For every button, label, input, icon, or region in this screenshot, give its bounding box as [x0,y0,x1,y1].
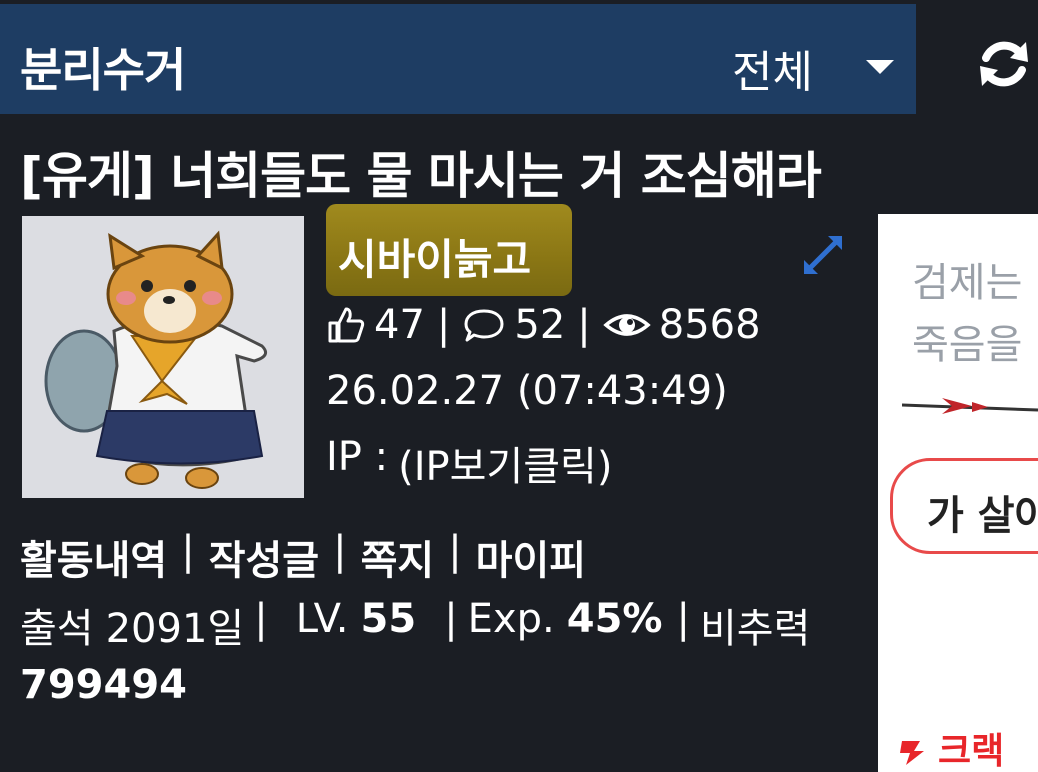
ad-pill-button[interactable]: 가 살아 [890,458,1038,554]
separator: | [577,302,591,348]
contribution-value: 799494 [20,662,187,708]
post-title: [유게] 너희들도 물 마시는 거 조심해라 [20,147,822,205]
user-info: 출석 2091일 | LV. 55 | Exp. 45% | 비추력 [20,596,810,654]
separator: | [333,528,347,574]
level-label: LV. [295,596,349,642]
separator: | [676,596,690,642]
like-count: 47 [374,302,425,348]
post-ip: IP : (IP보기클릭) [326,434,612,492]
attendance-label: 출석 [20,606,94,652]
separator: | [436,302,451,348]
ad-text-line2: 죽음을 [912,322,1023,368]
ad-logo: 크랙 [898,722,1004,772]
eye-icon [603,314,651,336]
exp-value: 45% [566,596,663,642]
avatar[interactable] [22,216,304,498]
author-nickname-badge[interactable]: 시바이늙고 [326,204,572,296]
link-message[interactable]: 쪽지 [361,528,435,586]
separator: | [448,528,462,574]
view-count: 8568 [658,302,761,348]
link-posts[interactable]: 작성글 [209,528,319,586]
board-header: 분리수거 전체 [0,4,916,114]
refresh-icon[interactable] [976,36,1032,92]
ad-logo-text: 크랙 [938,731,1005,772]
ip-reveal-link[interactable]: (IP보기클릭) [398,434,612,492]
separator: | [444,596,458,642]
exp-label: Exp. [467,596,555,642]
post-stats: 47 | 52 | 8568 [326,300,761,350]
link-activity[interactable]: 활동내역 [20,528,167,586]
ad-text-line1: 검제는 [912,260,1023,306]
separator: | [254,596,268,642]
thumbs-up-icon [328,307,365,343]
separator: | [181,528,195,574]
ad-banner[interactable]: 검제는 죽음을 가 살아 크랙 [878,214,1038,772]
arrow-icon [902,398,1038,414]
user-links: 활동내역 | 작성글 | 쪽지 | 마이피 [20,528,586,586]
board-name[interactable]: 분리수거 [20,34,186,100]
expand-icon[interactable] [800,232,846,278]
comment-icon [464,309,504,342]
comment-count: 52 [514,302,566,348]
link-mypi[interactable]: 마이피 [476,528,586,586]
author-nickname[interactable]: 시바이늙고 [338,226,531,287]
top-bar: 분리수거 전체 [0,0,1038,118]
attendance-value: 2091일 [105,606,245,652]
filter-select[interactable]: 전체 [732,36,813,100]
ip-label: IP : [326,434,389,480]
crack-logo-icon [900,741,924,765]
level-value: 55 [360,596,417,642]
contribution-label: 비추력 [699,606,811,652]
ad-pill-label: 가 살아 [927,493,1038,539]
caret-down-icon[interactable] [866,60,894,74]
post-date: 26.02.27 (07:43:49) [326,368,728,414]
